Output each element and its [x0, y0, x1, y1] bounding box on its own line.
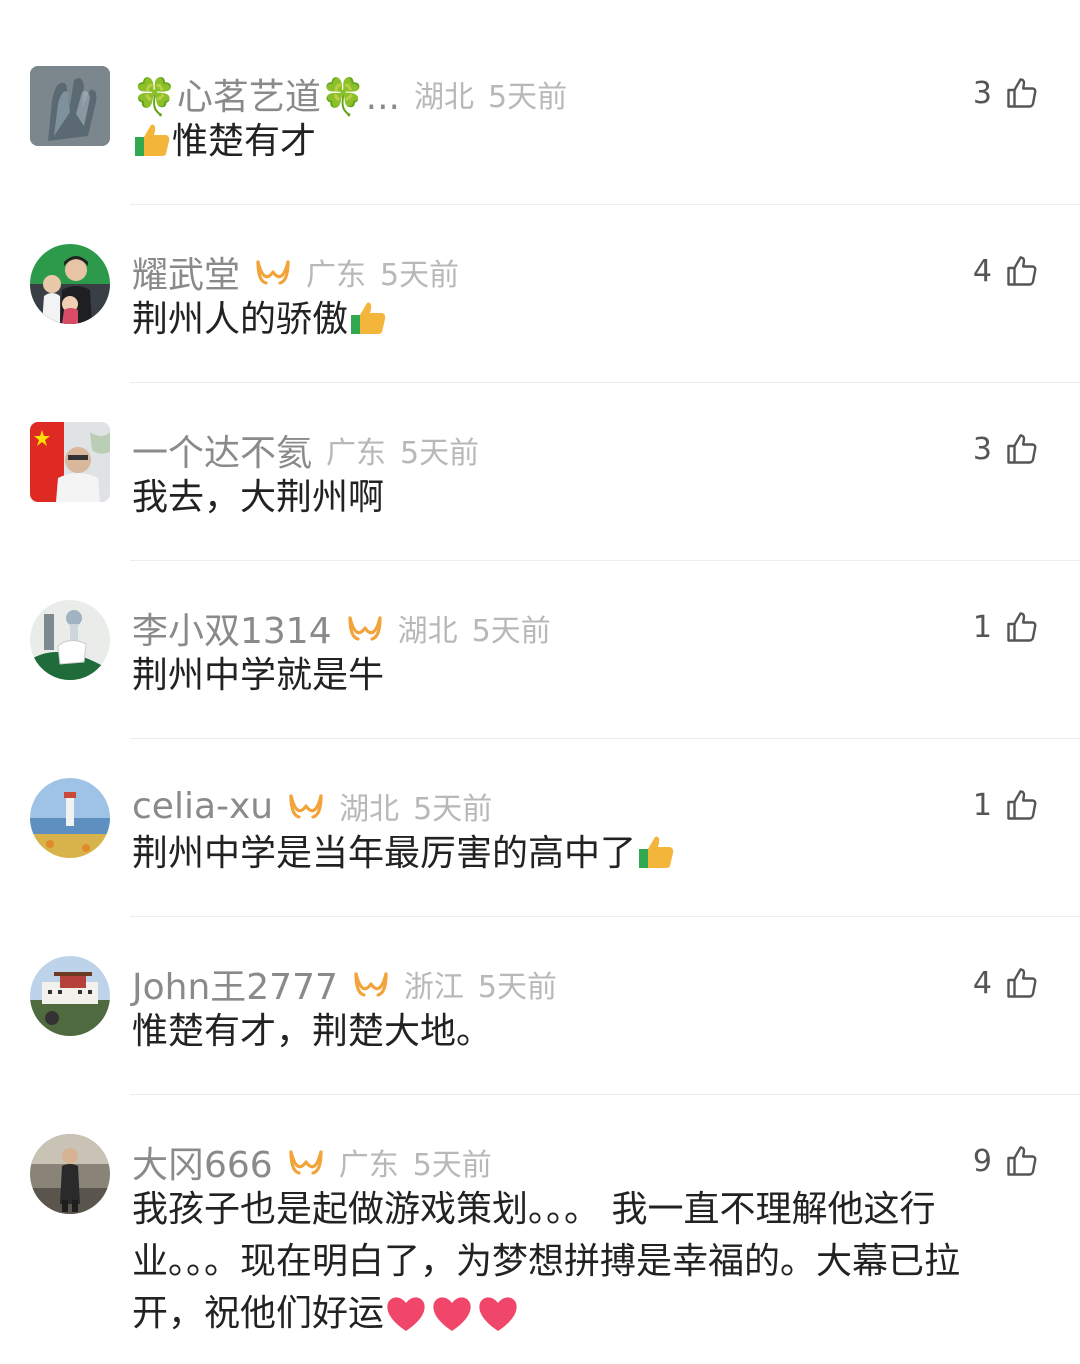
comment-body: 荆州人的骄傲: [132, 299, 349, 340]
comment-text: 惟楚有才，荆楚大地。: [132, 1006, 1012, 1058]
divider: [130, 916, 1080, 917]
thumbs-up-icon: [1007, 612, 1037, 642]
avatar[interactable]: [30, 1134, 110, 1214]
divider: [130, 382, 1080, 383]
thumbs-up-icon: [1007, 968, 1037, 998]
like-button[interactable]: 3: [973, 424, 1040, 474]
vip-badge-icon: [289, 794, 323, 819]
timestamp: 5天前: [471, 614, 551, 649]
like-button[interactable]: 1: [973, 780, 1040, 830]
like-button[interactable]: 4: [973, 246, 1040, 296]
avatar[interactable]: [30, 600, 110, 680]
divider: [130, 560, 1080, 561]
comment-meta: celia-xu 湖北 5天前: [132, 778, 492, 834]
comment-text: 惟楚有才: [132, 116, 1012, 168]
location: 广东: [326, 436, 387, 471]
avatar[interactable]: [30, 66, 110, 146]
like-count: 4: [972, 965, 992, 1001]
thumbs-up-emoji-icon: [351, 302, 386, 334]
comment-meta: 耀武堂 广东 5天前: [132, 244, 459, 300]
like-count: 1: [972, 787, 992, 823]
thumbs-up-emoji-icon: [135, 124, 170, 156]
location: 湖北: [413, 80, 474, 115]
like-button[interactable]: 3: [973, 68, 1040, 118]
comment-text: 荆州中学就是牛: [132, 650, 1012, 702]
like-count: 1: [972, 609, 992, 645]
comment-body: 我去，大荆州啊: [132, 477, 385, 518]
location: 湖北: [339, 792, 400, 827]
vip-badge-icon: [289, 1150, 323, 1175]
comment-meta: 李小双1314 湖北 5天前: [132, 600, 551, 656]
location: 浙江: [403, 970, 464, 1005]
heart-emoji-icon: [387, 1297, 425, 1331]
divider: [130, 738, 1080, 739]
thumbs-up-icon: [1007, 1146, 1037, 1176]
location: 广东: [306, 258, 367, 293]
divider: [130, 204, 1080, 205]
avatar[interactable]: [30, 422, 110, 502]
like-button[interactable]: 9: [973, 1136, 1040, 1186]
comment-text: 荆州人的骄傲: [132, 294, 1012, 346]
thumbs-up-icon: [1007, 256, 1037, 286]
thumbs-up-emoji-icon: [639, 836, 674, 868]
like-count: 3: [972, 75, 992, 111]
like-button[interactable]: 4: [973, 958, 1040, 1008]
heart-emoji-icon: [433, 1297, 471, 1331]
username[interactable]: celia-xu: [132, 786, 273, 827]
username[interactable]: 一个达不氦: [132, 424, 312, 476]
comment-meta: 大冈666 广东 5天前: [132, 1134, 492, 1190]
comment-meta: 一个达不氦 广东 5天前: [132, 422, 479, 478]
vip-badge-icon: [256, 260, 290, 285]
avatar[interactable]: [30, 244, 110, 324]
comment-body: 我孩子也是起做游戏策划。。。 我一直不理解他这行业。。。现在明白了，为梦想拼搏是…: [132, 1189, 961, 1334]
thumbs-up-icon: [1007, 78, 1037, 108]
vip-badge-icon: [348, 616, 382, 641]
username[interactable]: 大冈666: [132, 1136, 273, 1188]
avatar[interactable]: [30, 956, 110, 1036]
divider: [130, 1094, 1080, 1095]
comment-meta: 🍀心茗艺道🍀... 湖北 5天前: [132, 66, 567, 122]
comment-body: 荆州中学是当年最厉害的高中了: [132, 833, 637, 874]
avatar[interactable]: [30, 778, 110, 858]
comment-meta: John王2777 浙江 5天前: [132, 956, 557, 1012]
comment-body: 荆州中学就是牛: [132, 655, 385, 696]
like-count: 3: [972, 431, 992, 467]
thumbs-up-icon: [1007, 790, 1037, 820]
like-count: 4: [972, 253, 992, 289]
comment-text: 我孩子也是起做游戏策划。。。 我一直不理解他这行业。。。现在明白了，为梦想拼搏是…: [132, 1184, 1012, 1340]
timestamp: 5天前: [400, 436, 480, 471]
vip-badge-icon: [354, 972, 388, 997]
comment-body: 惟楚有才，荆楚大地。: [132, 1011, 493, 1052]
thumbs-up-icon: [1007, 434, 1037, 464]
comment-text: 我去，大荆州啊: [132, 472, 1012, 524]
heart-emoji-icon: [479, 1297, 517, 1331]
location: 湖北: [397, 614, 458, 649]
timestamp: 5天前: [487, 80, 568, 115]
username[interactable]: 🍀心茗艺道🍀...: [132, 68, 400, 120]
timestamp: 5天前: [477, 970, 557, 1005]
like-button[interactable]: 1: [973, 602, 1040, 652]
like-count: 9: [972, 1143, 992, 1179]
timestamp: 5天前: [412, 1148, 492, 1183]
username[interactable]: 李小双1314: [132, 602, 332, 654]
comment-body: 惟楚有才: [172, 121, 317, 162]
location: 广东: [338, 1148, 399, 1183]
username[interactable]: 耀武堂: [132, 246, 240, 298]
timestamp: 5天前: [413, 792, 493, 827]
timestamp: 5天前: [380, 258, 460, 293]
comment-list: 🍀心茗艺道🍀... 湖北 5天前 3 惟楚有才 耀武堂 广东 5天前 4 荆州人…: [0, 0, 1080, 1364]
username[interactable]: John王2777: [132, 958, 338, 1010]
comment-text: 荆州中学是当年最厉害的高中了: [132, 828, 1012, 880]
